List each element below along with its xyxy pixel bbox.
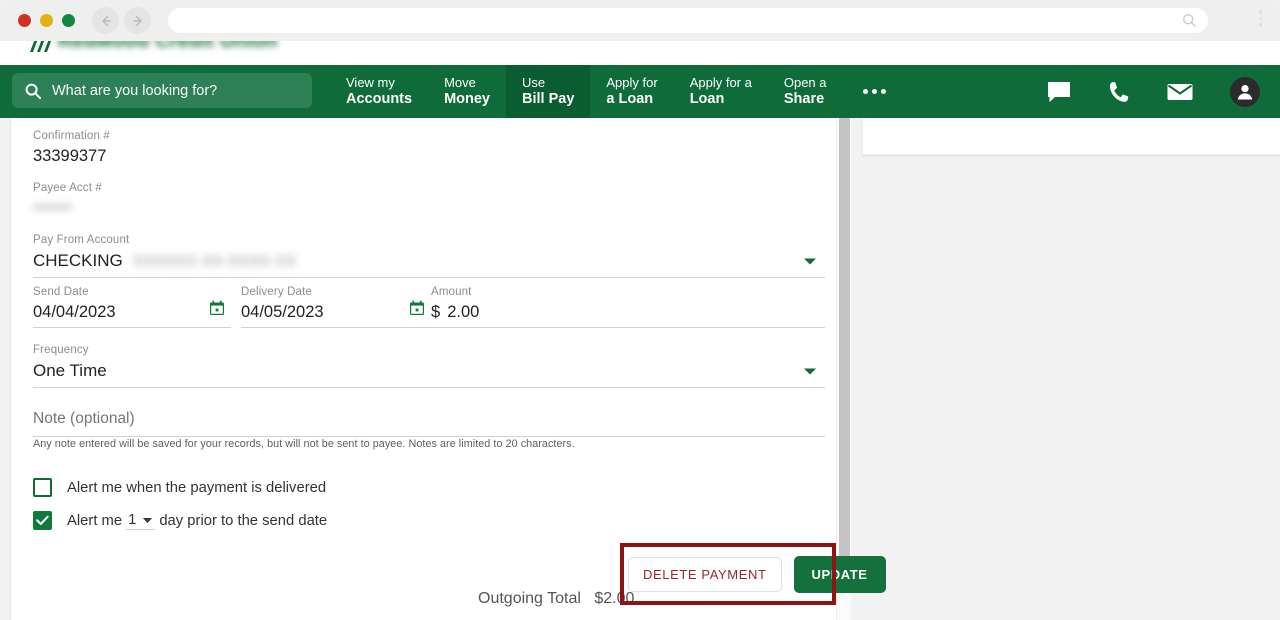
account-avatar-icon[interactable] <box>1230 76 1260 107</box>
frequency-select[interactable]: Frequency One Time <box>33 344 825 388</box>
pay-from-account-masked-suffix: XXXXXX XX-XXXX XX <box>132 253 297 270</box>
amount-field[interactable]: Amount $ 2.00 <box>431 286 825 328</box>
nav-item-line2: Share <box>783 90 825 107</box>
forward-button[interactable] <box>124 7 151 34</box>
alert-prior-days-value: 1 <box>128 511 137 528</box>
amount-currency-symbol: $ <box>431 303 441 321</box>
browser-chrome <box>0 0 1280 41</box>
scrollbar-thumb[interactable] <box>839 118 850 573</box>
payment-edit-form: Confirmation # 33399377 Payee Acct # •••… <box>10 118 842 620</box>
nav-item-use-bill-pay[interactable]: Use Bill Pay <box>506 65 591 118</box>
minimize-window-button[interactable] <box>40 14 53 27</box>
window-traffic-lights <box>18 14 75 27</box>
maximize-window-button[interactable] <box>62 14 75 27</box>
chat-icon[interactable] <box>1046 80 1072 104</box>
alert-prior-checkbox-row[interactable]: Alert me 1 day prior to the send date <box>33 511 327 530</box>
nav-item-apply-for-a-loan-secondary[interactable]: Apply for a Loan <box>674 65 768 118</box>
nav-item-line1: Use <box>522 74 546 90</box>
nav-item-line2: Bill Pay <box>522 90 575 107</box>
close-window-button[interactable] <box>18 14 31 27</box>
alert-prior-suffix-label: day prior to the send date <box>159 512 328 529</box>
nav-item-move-money[interactable]: Move Money <box>428 65 506 118</box>
outgoing-total: Outgoing Total $2.00 <box>478 590 634 608</box>
outgoing-total-label: Outgoing Total <box>478 590 581 607</box>
nav-more-menu-button[interactable] <box>843 65 906 118</box>
nav-items: View my Accounts Move Money Use Bill Pay… <box>330 65 906 118</box>
note-placeholder: Note (optional) <box>33 410 135 427</box>
nav-item-line2: a Loan <box>606 90 654 107</box>
nav-item-open-a-share[interactable]: Open a Share <box>768 65 843 118</box>
nav-item-line1: Move <box>444 74 476 90</box>
nav-item-line2: Accounts <box>346 90 413 107</box>
search-icon <box>24 82 42 100</box>
page-body: Confirmation # 33399377 Payee Acct # •••… <box>0 118 1280 620</box>
frequency-value: One Time <box>33 361 107 380</box>
send-date-value: 04/04/2023 <box>33 303 116 321</box>
pay-from-account-select[interactable]: Pay From Account CHECKING XXXXXX XX-XXXX… <box>33 234 825 278</box>
chevron-down-icon[interactable] <box>803 253 817 271</box>
nav-item-line2: Money <box>444 90 490 107</box>
forward-arrow-icon <box>132 15 142 26</box>
nav-item-line1: Open a <box>783 74 827 90</box>
alert-prior-prefix-label: Alert me <box>67 512 123 529</box>
checkbox-checked-icon[interactable] <box>33 511 52 530</box>
form-scrollbar[interactable] <box>836 118 851 620</box>
form-action-buttons: DELETE PAYMENT UPDATE <box>628 556 886 593</box>
alert-on-delivery-label: Alert me when the payment is delivered <box>67 479 327 496</box>
nav-item-view-my-accounts[interactable]: View my Accounts <box>330 65 428 118</box>
delivery-date-field[interactable]: Delivery Date 04/05/2023 <box>241 286 431 328</box>
frequency-label: Frequency <box>33 344 89 356</box>
address-bar-search-icon <box>1181 12 1198 34</box>
delivery-date-label: Delivery Date <box>241 286 312 298</box>
pay-from-account-value: CHECKING <box>33 251 123 270</box>
nav-item-line1: Apply for <box>606 74 658 90</box>
browser-menu-button[interactable] <box>1258 10 1262 27</box>
note-helper-text: Any note entered will be saved for your … <box>33 438 575 450</box>
nav-utility-icons <box>1046 65 1268 118</box>
confirmation-number-field: Confirmation # 33399377 <box>33 130 333 166</box>
update-payment-button[interactable]: UPDATE <box>793 556 886 593</box>
confirmation-number-value: 33399377 <box>33 147 107 165</box>
calendar-icon[interactable] <box>209 300 225 321</box>
address-bar[interactable] <box>168 8 1208 33</box>
delete-payment-button[interactable]: DELETE PAYMENT <box>628 557 782 592</box>
amount-label: Amount <box>431 286 472 298</box>
nav-item-apply-for-a-loan[interactable]: Apply for a Loan <box>590 65 673 118</box>
nav-item-line2: Loan <box>689 90 725 107</box>
checkbox-unchecked-icon[interactable] <box>33 478 52 497</box>
note-input[interactable]: Note (optional) <box>33 410 825 437</box>
chevron-down-icon <box>142 512 153 528</box>
delivery-date-value: 04/05/2023 <box>241 303 324 321</box>
back-arrow-icon <box>101 15 111 26</box>
send-date-field[interactable]: Send Date 04/04/2023 <box>33 286 231 328</box>
payee-account-label: Payee Acct # <box>33 182 102 194</box>
confirmation-number-label: Confirmation # <box>33 130 110 142</box>
alert-prior-days-select[interactable]: 1 <box>126 511 156 530</box>
alert-on-delivery-checkbox-row[interactable]: Alert me when the payment is delivered <box>33 478 326 497</box>
mail-icon[interactable] <box>1166 81 1194 103</box>
pay-from-account-label: Pay From Account <box>33 234 130 246</box>
nav-item-line1: Apply for a <box>689 74 752 90</box>
amount-value: 2.00 <box>447 303 480 321</box>
chevron-down-icon[interactable] <box>803 363 817 381</box>
calendar-icon[interactable] <box>409 300 425 321</box>
payee-account-field: Payee Acct # ••••••• <box>33 182 333 217</box>
main-navigation-bar: What are you looking for? View my Accoun… <box>0 65 1280 118</box>
payee-account-value-masked: ••••••• <box>33 199 73 216</box>
site-search-box[interactable]: What are you looking for? <box>12 73 312 108</box>
right-side-panel <box>862 118 1280 155</box>
phone-icon[interactable] <box>1108 80 1130 104</box>
app-root: Redwood Credit Union What are you lookin… <box>0 0 1280 620</box>
send-date-label: Send Date <box>33 286 89 298</box>
back-button[interactable] <box>92 7 119 34</box>
nav-item-line1: View my <box>346 74 395 90</box>
search-input-placeholder: What are you looking for? <box>52 82 218 99</box>
